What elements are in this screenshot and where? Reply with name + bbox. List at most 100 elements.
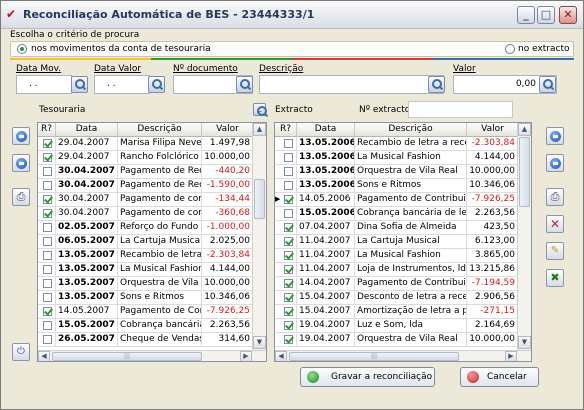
table-row[interactable]: 30.04.2007Pagamento de comis-134,44 [38,193,254,207]
tesouraria-vscroll[interactable]: ▲ ▼ [252,123,266,350]
scroll-thumb[interactable] [254,179,265,219]
radio-extracto[interactable] [505,44,515,54]
col-r[interactable]: R? [275,123,297,137]
reconcile-checkbox[interactable] [43,279,52,288]
right-edit-button[interactable]: ✎ [546,242,564,260]
descricao-field[interactable] [259,75,444,94]
table-row[interactable]: 13.05.2007 La Musical Fashion 4.144,00 [38,263,254,277]
descricao-search-icon[interactable] [428,76,445,93]
scroll-up-icon[interactable]: ▲ [518,123,531,136]
right-print-button[interactable]: ⎙ [546,188,564,206]
reconcile-checkbox[interactable] [284,279,293,288]
radio-tesouraria-label[interactable]: nos movimentos da conta de tesouraria [31,44,211,54]
reconcile-checkbox[interactable] [284,293,293,302]
data-mov-search-icon[interactable] [71,76,88,93]
scroll-left-icon[interactable]: ◀ [275,351,287,361]
table-row[interactable]: 14.05.2007 Pagamento de Cont -7.926,25 [38,305,254,319]
table-row[interactable]: 13.05.2007 Recambio de letra a -2.303,84 [38,249,254,263]
reconcile-checkbox[interactable] [284,153,293,162]
scroll-up-icon[interactable]: ▲ [253,123,266,136]
table-row[interactable]: 19.04.2007 Luz e Som, lda 2.164,69 [275,319,519,333]
table-row[interactable]: 15.05.2006Cobrança bancária de letra a2.… [275,207,519,221]
table-row[interactable]: 15.04.2007Desconto de letra a receber2.9… [275,291,519,305]
reconcile-checkbox[interactable] [43,335,52,344]
table-row[interactable]: 11.04.2007 Loja de Instrumentos, lda 13.21… [275,263,519,277]
left-print-button[interactable]: ⎙ [12,188,30,206]
reconcile-checkbox[interactable] [284,223,293,232]
reconcile-checkbox[interactable] [284,307,293,316]
right-delete-button[interactable]: ✕ [546,215,564,233]
reconcile-checkbox[interactable] [43,223,52,232]
right-nav-up-button[interactable] [546,127,564,145]
table-row[interactable]: 13.05.2006 Sons e Ritmos 10.346,06 [275,179,519,193]
table-row[interactable]: 11.04.2007 La Musical Fashion 3.865,00 [275,249,519,263]
data-valor-search-icon[interactable] [148,76,165,93]
left-nav-down-button[interactable] [12,154,30,172]
col-valor[interactable]: Valor [202,123,254,137]
right-excel-button[interactable]: ✖ [546,269,564,287]
gravar-button[interactable]: Gravar a reconciliação [300,367,435,387]
extracto-hscroll[interactable]: ◀ ||| ▶ [275,350,531,361]
table-row[interactable]: 02.05.2007 Reforço do Fundo d -1.000,00 [38,221,254,235]
reconcile-checkbox[interactable] [284,321,293,330]
reconcile-checkbox[interactable] [43,293,52,302]
extracto-grid[interactable]: R? Data Descrição Valor 13.05.2006 Recamb… [274,122,532,362]
table-row[interactable]: 13.05.2006 La Musical Fashion 4.144,00 [275,151,519,165]
col-r[interactable]: R? [38,123,56,137]
table-row[interactable]: 13.05.2007Orquestra de Vila Re10.000,00 [38,277,254,291]
scroll-thumb[interactable] [519,137,530,207]
table-row[interactable]: 06.05.2007 La Cartuja Musical 2.025,00 [38,235,254,249]
reconcile-checkbox[interactable] [284,139,293,148]
reconcile-checkbox[interactable] [43,265,52,274]
reconcile-checkbox[interactable] [43,321,52,330]
right-nav-down-button[interactable] [546,154,564,172]
table-row[interactable]: 29.04.2007Marisa Filipa Neves I1.497,98 [38,137,254,151]
reconcile-checkbox[interactable] [43,181,52,190]
extracto-vscroll[interactable]: ▲ ▼ [517,123,531,350]
radio-tesouraria[interactable] [17,44,27,54]
reconcile-checkbox[interactable] [284,237,293,246]
table-row[interactable]: 11.04.2007 La Cartuja Musical 6.123,00 [275,235,519,249]
hscroll-thumb[interactable]: ||| [52,352,202,361]
reconcile-checkbox[interactable] [43,195,52,204]
table-row[interactable]: 30.04.2007Pagamento de Recib-1.590,00 [38,179,254,193]
table-row[interactable]: 14.04.2007Pagamento de Contribuiçõe-7.19… [275,277,519,291]
tesouraria-hscroll[interactable]: ◀ ||| ▶ [38,350,266,361]
col-descricao[interactable]: Descrição [355,123,467,137]
maximize-button[interactable]: □ [537,6,555,24]
left-power-button[interactable]: ⏻ [12,343,30,361]
cancelar-button[interactable]: Cancelar [460,367,539,387]
scroll-down-icon[interactable]: ▼ [518,336,531,349]
table-row[interactable]: 30.04.2007Pagamento de comis-360,68 [38,207,254,221]
left-nav-up-button[interactable] [12,127,30,145]
table-row[interactable]: 15.04.2007Amortização de letra a paga-27… [275,305,519,319]
tesouraria-grid[interactable]: R? Data Descrição Valor 29.04.2007 Marisa… [37,122,267,362]
title-bar[interactable]: ✔ Reconciliação Automática de BES - 2344… [1,1,583,29]
table-row[interactable]: ▶ 14.05.2006Pagamento de Contribuiçõe-7.9… [275,193,519,207]
scroll-right-icon[interactable]: ▶ [505,351,517,361]
minimize-button[interactable]: _ [517,6,535,24]
reconcile-checkbox[interactable] [284,209,293,218]
documento-search-icon[interactable] [236,76,253,93]
hscroll-thumb[interactable]: ||| [289,352,459,361]
table-row[interactable]: 30.04.2007Pagamento de Recib-440,20 [38,165,254,179]
data-mov-field[interactable]: . . [16,75,72,94]
reconcile-checkbox[interactable] [43,139,52,148]
col-data[interactable]: Data [56,123,118,137]
reconcile-checkbox[interactable] [284,181,293,190]
reconcile-checkbox[interactable] [284,251,293,260]
radio-extracto-label[interactable]: no extracto [518,44,570,54]
scroll-down-icon[interactable]: ▼ [253,336,266,349]
scroll-right-icon[interactable]: ▶ [240,351,252,361]
col-descricao[interactable]: Descrição [118,123,202,137]
table-row[interactable]: 13.05.2006 Orquestra de Vila Real 10.000,0… [275,165,519,179]
valor-search-icon[interactable] [539,76,556,93]
table-row[interactable]: 07.04.2007 Dina Sofia de Almeida 423,50 [275,221,519,235]
reconcile-checkbox[interactable] [43,153,52,162]
reconcile-checkbox[interactable] [284,167,293,176]
reconcile-checkbox[interactable] [43,167,52,176]
data-valor-field[interactable]: . . [94,75,150,94]
col-valor[interactable]: Valor [467,123,519,137]
scroll-left-icon[interactable]: ◀ [38,351,50,361]
extracto-number-input[interactable] [408,101,513,118]
